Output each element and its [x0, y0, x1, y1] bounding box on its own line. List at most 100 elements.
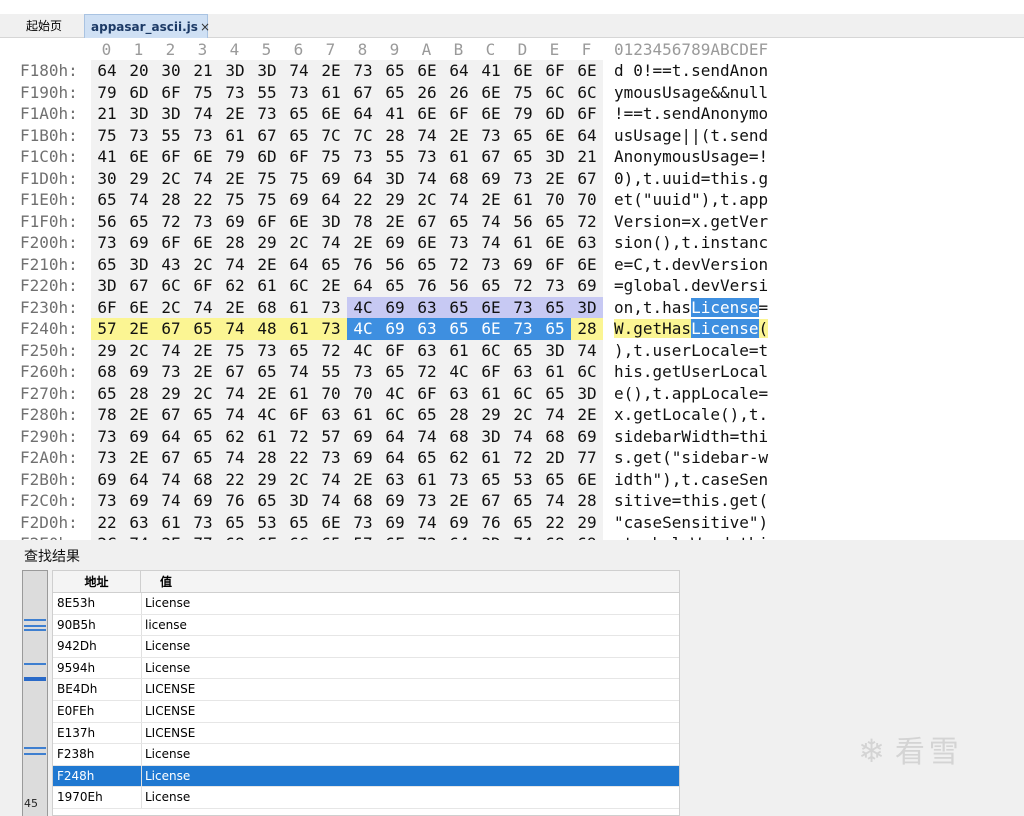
- hex-byte[interactable]: 74: [539, 404, 571, 426]
- hex-byte[interactable]: 61: [507, 232, 539, 254]
- hex-byte[interactable]: 6E: [411, 60, 443, 82]
- hex-byte[interactable]: 3D: [475, 426, 507, 448]
- hex-byte[interactable]: 69: [571, 533, 603, 540]
- hex-byte[interactable]: 73: [187, 125, 219, 147]
- hex-byte[interactable]: 74: [411, 168, 443, 190]
- hex-byte[interactable]: 2C: [283, 469, 315, 491]
- hex-byte[interactable]: 56: [91, 211, 123, 233]
- hex-byte[interactable]: 6C: [571, 361, 603, 383]
- hex-bytes[interactable]: 65 28 29 2C 74 2E 61 70 70 4C 6F 63 61 6C 65 3D: [91, 382, 603, 405]
- hex-byte[interactable]: 6E: [315, 512, 347, 534]
- hex-byte[interactable]: 75: [315, 146, 347, 168]
- hex-byte[interactable]: 65: [251, 361, 283, 383]
- hex-byte[interactable]: 64: [123, 469, 155, 491]
- hex-byte[interactable]: 74: [315, 232, 347, 254]
- hex-byte[interactable]: 2E: [123, 447, 155, 469]
- hex-byte[interactable]: 6C: [475, 340, 507, 362]
- hex-row[interactable]: F2B0h: 69 64 74 68 22 29 2C 74 2E 63 61 73 65 53 65 6E id…: [0, 468, 1024, 491]
- hex-byte[interactable]: 73: [347, 361, 379, 383]
- hex-byte[interactable]: 2E: [251, 254, 283, 276]
- hex-byte[interactable]: 76: [347, 254, 379, 276]
- hex-byte[interactable]: 65: [507, 490, 539, 512]
- hex-byte[interactable]: 73: [443, 469, 475, 491]
- hex-byte[interactable]: 79: [219, 146, 251, 168]
- hex-byte[interactable]: 69: [379, 490, 411, 512]
- hex-byte[interactable]: 41: [475, 60, 507, 82]
- ascii-text[interactable]: on,t.hasLicense=: [614, 297, 768, 319]
- hex-bytes[interactable]: 73 69 6F 6E 28 29 2C 74 2E 69 6E 73 74 61 6E 63: [91, 232, 603, 254]
- hex-bytes[interactable]: 78 2E 67 65 74 4C 6F 63 61 6C 65 28 29 2C 74 2E: [91, 404, 603, 426]
- hex-byte[interactable]: 41: [91, 146, 123, 168]
- hex-byte[interactable]: 2E: [539, 168, 571, 190]
- hex-byte[interactable]: 74: [411, 512, 443, 534]
- hex-byte[interactable]: 67: [219, 361, 251, 383]
- hex-byte[interactable]: 6F: [155, 82, 187, 104]
- tab-appasar-ascii[interactable]: appasar_ascii.js ×: [84, 14, 210, 38]
- hex-byte[interactable]: 63: [123, 512, 155, 534]
- hex-byte[interactable]: 73: [251, 103, 283, 125]
- hex-row[interactable]: F1B0h: 75 73 55 73 61 67 65 7C 7C 28 74 2E 73 65 6E 64 us…: [0, 124, 1024, 147]
- hex-byte[interactable]: 65: [283, 512, 315, 534]
- hex-byte[interactable]: 65: [507, 146, 539, 168]
- hex-byte[interactable]: 69: [123, 361, 155, 383]
- hex-byte[interactable]: 74: [443, 189, 475, 211]
- hex-bytes[interactable]: 73 2E 67 65 74 28 22 73 69 64 65 62 61 72 2D 77: [91, 447, 603, 469]
- hex-bytes[interactable]: 57 2E 67 65 74 48 61 73 4C 69 63 65 6E 73 65 28: [91, 318, 603, 340]
- hex-byte[interactable]: 74: [315, 490, 347, 512]
- hex-byte[interactable]: 65: [315, 254, 347, 276]
- result-row[interactable]: F238h License: [53, 744, 679, 766]
- hex-byte[interactable]: 62: [219, 275, 251, 297]
- hex-byte[interactable]: 2E: [123, 404, 155, 426]
- hex-byte[interactable]: 6D: [251, 146, 283, 168]
- hex-byte[interactable]: 74: [283, 60, 315, 82]
- hex-byte[interactable]: 74: [219, 254, 251, 276]
- hex-byte[interactable]: 68: [443, 168, 475, 190]
- hex-byte[interactable]: 67: [155, 447, 187, 469]
- hex-byte[interactable]: 65: [187, 404, 219, 426]
- hex-byte[interactable]: 29: [155, 383, 187, 405]
- hex-byte[interactable]: 61: [507, 189, 539, 211]
- hex-byte[interactable]: 73: [443, 232, 475, 254]
- hex-bytes[interactable]: 22 63 61 73 65 53 65 6E 73 69 74 69 76 65 22 29: [91, 511, 603, 534]
- hex-byte[interactable]: 22: [347, 189, 379, 211]
- hex-byte[interactable]: 65: [251, 490, 283, 512]
- hex-byte[interactable]: 6E: [475, 318, 507, 340]
- hex-byte[interactable]: 73: [91, 447, 123, 469]
- hex-byte[interactable]: 73: [187, 512, 219, 534]
- hex-byte[interactable]: 53: [507, 469, 539, 491]
- hex-byte[interactable]: 61: [155, 512, 187, 534]
- hex-byte[interactable]: 65: [539, 318, 571, 340]
- hex-byte[interactable]: 4C: [347, 296, 379, 318]
- result-row[interactable]: E0FEh LICENSE: [53, 701, 679, 723]
- hex-byte[interactable]: 63: [411, 340, 443, 362]
- hex-byte[interactable]: 67: [123, 275, 155, 297]
- hex-byte[interactable]: 68: [187, 469, 219, 491]
- hex-byte[interactable]: 43: [155, 254, 187, 276]
- hex-byte[interactable]: 3D: [283, 490, 315, 512]
- hex-row[interactable]: F180h: 64 20 30 21 3D 3D 74 2E 73 65 6E 64 41 6E 6F 6E d …: [0, 60, 1024, 82]
- hex-byte[interactable]: 73: [539, 275, 571, 297]
- hex-byte[interactable]: 3D: [571, 383, 603, 405]
- hex-byte[interactable]: 73: [91, 426, 123, 448]
- hex-byte[interactable]: 69: [379, 232, 411, 254]
- hex-row[interactable]: F190h: 79 6D 6F 75 73 55 73 61 67 65 26 26 6E 75 6C 6C ym…: [0, 81, 1024, 104]
- result-row[interactable]: 1970Eh License: [53, 787, 679, 809]
- hex-byte[interactable]: 6E: [475, 296, 507, 318]
- hex-byte[interactable]: 6E: [315, 103, 347, 125]
- hex-byte[interactable]: 4C: [347, 340, 379, 362]
- ascii-text[interactable]: x.getLocale(),t.: [614, 404, 768, 426]
- hex-byte[interactable]: 2C: [187, 254, 219, 276]
- hex-bytes[interactable]: 6F 6E 2C 74 2E 68 61 73 4C 69 63 65 6E 73 65 3D: [91, 296, 603, 318]
- hex-byte[interactable]: 73: [219, 82, 251, 104]
- hex-byte[interactable]: 28: [219, 232, 251, 254]
- hex-byte[interactable]: 70: [571, 189, 603, 211]
- hex-byte[interactable]: 6C: [379, 404, 411, 426]
- hex-byte[interactable]: 75: [91, 125, 123, 147]
- hex-byte[interactable]: 28: [571, 318, 603, 340]
- hex-byte[interactable]: 3D: [315, 211, 347, 233]
- hex-byte[interactable]: 28: [571, 490, 603, 512]
- hex-byte[interactable]: 65: [443, 318, 475, 340]
- hex-bytes[interactable]: 29 2C 74 2E 75 73 65 72 4C 6F 63 61 6C 65 3D 74: [91, 339, 603, 362]
- result-row[interactable]: 9594h License: [53, 657, 679, 680]
- hex-byte[interactable]: 6E: [187, 232, 219, 254]
